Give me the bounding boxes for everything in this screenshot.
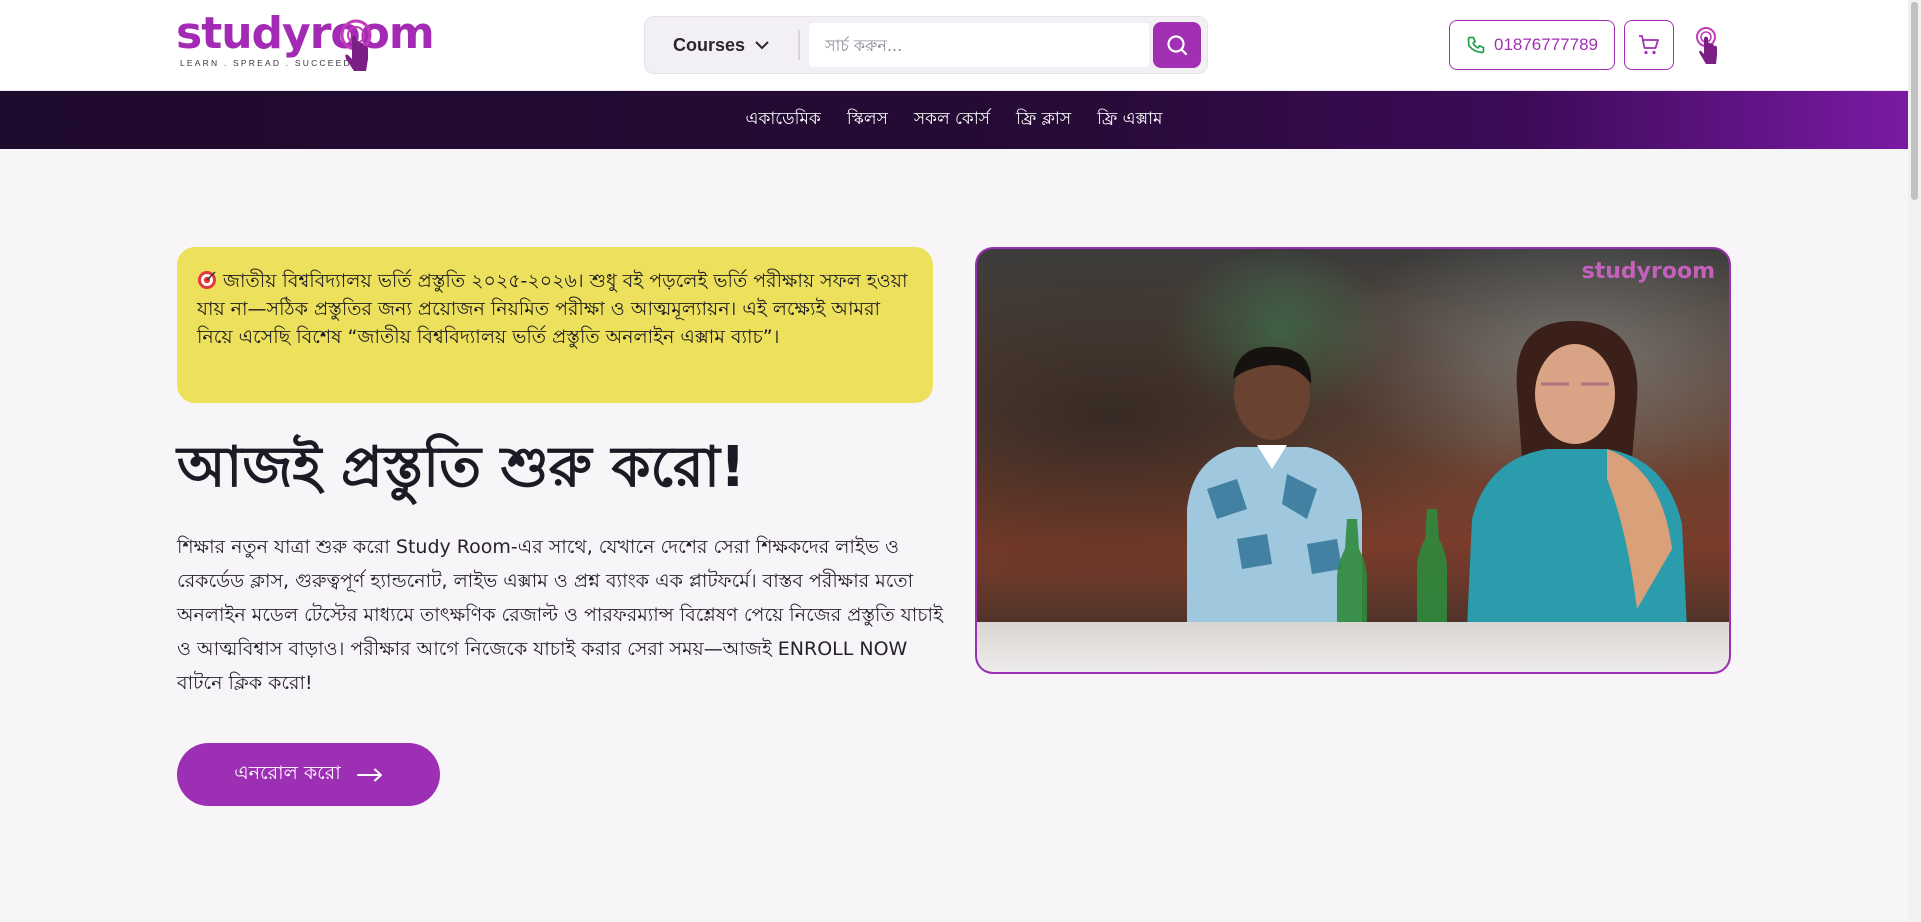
cart-icon [1639, 35, 1659, 55]
nav-item-all-courses[interactable]: সকল কোর্স [914, 106, 990, 134]
nav-items: একাডেমিক স্কিলস সকল কোর্স ফ্রি ক্লাস ফ্র… [0, 91, 1908, 149]
phone-number: 01876777789 [1493, 35, 1598, 54]
video-table [977, 622, 1729, 672]
announcement-box: জাতীয় বিশ্ববিদ্যালয় ভর্তি প্রস্তুতি ২০… [177, 247, 933, 403]
search-input[interactable] [809, 23, 1149, 67]
phone-icon [1467, 36, 1485, 54]
phone-button[interactable]: 01876777789 [1449, 20, 1615, 70]
nav-item-academic[interactable]: একাডেমিক [746, 106, 821, 134]
video-bottles [1337, 509, 1447, 637]
logo-wordmark: studyroom [176, 8, 435, 59]
site-header: studyroom LEARN . SPREAD . SUCCEED Cours… [0, 0, 1908, 91]
logo[interactable]: studyroom LEARN . SPREAD . SUCCEED [176, 8, 435, 78]
courses-dropdown[interactable]: Courses [653, 23, 789, 67]
video-person-right [1467, 320, 1687, 629]
courses-label: Courses [672, 34, 746, 55]
hero-description: শিক্ষার নতুন যাত্রা শুরু করো Study Room-… [177, 536, 943, 694]
page-scrollbar[interactable] [1908, 0, 1921, 922]
logo-hand-icon [340, 19, 372, 71]
search-icon [1167, 35, 1188, 56]
search-bar: Courses [644, 16, 1208, 74]
search-divider [798, 30, 800, 60]
announcement-text: জাতীয় বিশ্ববিদ্যালয় ভর্তি প্রস্তুতি ২০… [197, 270, 908, 348]
cart-button[interactable] [1624, 20, 1674, 70]
nav-item-skills[interactable]: স্কিলস [847, 106, 888, 134]
chevron-down-icon [755, 41, 769, 50]
pointer-hand-icon[interactable] [1692, 26, 1724, 66]
nav-item-free-class[interactable]: ফ্রি ক্লাস [1016, 106, 1071, 134]
arrow-right-icon [356, 768, 382, 781]
promo-video[interactable]: studyroom [975, 247, 1731, 674]
logo-tagline: LEARN . SPREAD . SUCCEED [180, 58, 352, 68]
target-icon [198, 271, 216, 289]
nav-item-free-exam[interactable]: ফ্রি এক্সাম [1097, 106, 1162, 134]
enroll-button[interactable]: এনরোল করো [177, 743, 440, 806]
hero-title: আজই প্রস্তুতি শুরু করো! [177, 435, 746, 500]
enroll-label: এনরোল করো [234, 761, 341, 784]
search-button[interactable] [1153, 22, 1201, 68]
scrollbar-thumb[interactable] [1911, 2, 1918, 200]
main-nav: একাডেমিক স্কিলস সকল কোর্স ফ্রি ক্লাস ফ্র… [0, 91, 1908, 149]
video-watermark: studyroom [1581, 259, 1715, 284]
